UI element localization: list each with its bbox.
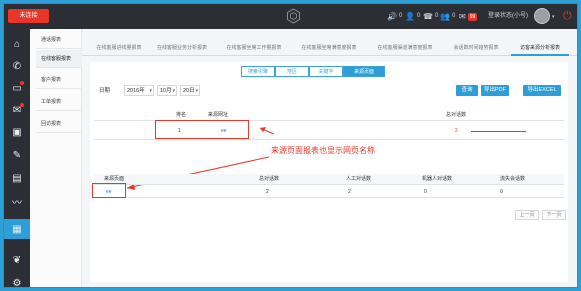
missed-badge: 99	[467, 12, 478, 21]
day-select[interactable]: 20日	[180, 85, 200, 97]
contacts-icon[interactable]: ▣	[4, 122, 30, 142]
rank-header: 排名	[176, 112, 187, 118]
manual-header: 人工对话数	[346, 176, 372, 182]
export-pdf-button[interactable]: 导出PDF	[481, 85, 509, 96]
logo-icon	[287, 8, 300, 24]
sidebar: ⌂ ✆ ▭ ✉ ▣ ✎ ▤ 〰 ▦ ❦ ⚙	[4, 29, 30, 288]
month-value: 10月	[160, 88, 172, 94]
top-bar: 未连接 🔊 0 👤 0 ☎ 0 👥 0 ✉ 99 登录状态(小号) ▾ ⏻	[4, 4, 577, 29]
leaf-icon[interactable]: ❦	[4, 250, 30, 270]
not-connected-button[interactable]: 未连接	[8, 9, 49, 23]
subnav-item-call-report[interactable]: 通话报表	[36, 31, 82, 49]
annotation-text: 来源页面报表也显示网页名称	[271, 146, 375, 155]
subnav-item-followup-report[interactable]: 回访报表	[36, 115, 82, 133]
detail-table-header-bg	[94, 174, 564, 184]
book-icon[interactable]: ▤	[4, 168, 30, 188]
subtab-search-engine[interactable]: 搜索引擎	[241, 66, 275, 77]
highlight-box-source-page	[92, 183, 126, 198]
tab-business-analysis[interactable]: 在线客服业务分析报表	[151, 41, 213, 56]
notification-dot	[20, 103, 24, 107]
subnav-item-customer-report[interactable]: 客户报表	[36, 71, 82, 89]
home-icon[interactable]: ⌂	[4, 34, 30, 54]
next-page-button[interactable]: 下一页	[542, 210, 566, 220]
phone-icon[interactable]: ✆	[4, 56, 30, 76]
calls-status[interactable]: ☎ 0	[423, 11, 438, 22]
detail-robot-cell: 0	[424, 189, 427, 195]
app-window: 未连接 🔊 0 👤 0 ☎ 0 👥 0 ✉ 99 登录状态(小号) ▾ ⏻ ⌂ …	[3, 3, 578, 288]
date-label: 日期	[99, 88, 111, 94]
detail-lost-cell: 0	[500, 189, 503, 195]
missed-status[interactable]: ✉ 99	[459, 11, 478, 22]
day-value: 20日	[183, 88, 195, 94]
summary-total-cell: 2	[455, 128, 458, 134]
subnav-item-online-service-report[interactable]: 在线客服报表	[36, 50, 82, 68]
monitor-icon[interactable]: 〰	[4, 191, 30, 211]
subtab-keyword[interactable]: 关键字	[309, 66, 343, 77]
subtab-region[interactable]: 地区	[275, 66, 309, 77]
source-page-header: 来源页面	[104, 176, 125, 182]
volume-status[interactable]: 🔊 0	[387, 11, 402, 22]
year-select[interactable]: 2016年	[124, 85, 154, 97]
volume-icon: 🔊	[387, 12, 397, 21]
total-header: 总对话数	[259, 176, 280, 182]
users-status[interactable]: 👤 0	[405, 11, 420, 22]
detail-manual-cell: 2	[348, 189, 351, 195]
settings-icon[interactable]: ⚙	[4, 273, 30, 288]
highlight-box-source-row	[155, 120, 249, 139]
report-icon[interactable]: ▦	[4, 219, 30, 239]
report-tabs: 在线客服进线量报表 在线客服业务分析报表 在线客服坐席工作量报表 在线客服坐席满…	[82, 41, 577, 56]
queue-count: 0	[451, 13, 456, 19]
divider	[94, 139, 564, 140]
mail-icon[interactable]: ✉	[4, 100, 30, 120]
divider	[94, 184, 564, 185]
avatar[interactable]	[534, 8, 550, 24]
lost-header: 流失会话数	[500, 176, 526, 182]
tab-agent-workload[interactable]: 在线客服坐席工作量报表	[219, 41, 289, 56]
highlight-underline-total	[471, 131, 526, 133]
calls-count: 0	[434, 13, 439, 19]
tab-agent-satisfaction[interactable]: 在线客服坐席满意度报表	[294, 41, 364, 56]
tab-session-trend[interactable]: 会话数时间趋势报表	[445, 41, 507, 56]
year-value: 2016年	[127, 88, 145, 94]
subnav-item-ticket-report[interactable]: 工单报表	[36, 93, 82, 111]
prev-page-button[interactable]: 上一页	[515, 210, 539, 220]
robot-header: 机器人对话数	[422, 176, 453, 182]
avatar-dropdown[interactable]: ▾	[552, 12, 555, 23]
report-subnav: 通话报表 在线客服报表 客户报表 工单报表 回访报表	[30, 29, 82, 287]
query-button[interactable]: 查询	[456, 85, 478, 96]
agent-status[interactable]: 登录状态(小号)	[488, 11, 528, 22]
chevron-down-icon: ▾	[552, 14, 555, 20]
queue-status[interactable]: 👥 0	[440, 11, 455, 22]
missed-call-icon: ✉	[459, 12, 466, 21]
queue-icon: 👥	[440, 12, 450, 21]
agent-status-label: 登录状态(小号)	[488, 13, 528, 19]
edit-icon[interactable]: ✎	[4, 145, 30, 165]
detail-total-cell: 2	[266, 189, 269, 195]
chat-icon[interactable]: ▭	[4, 78, 30, 98]
notification-dot	[20, 81, 24, 85]
tab-inbound-volume[interactable]: 在线客服进线量报表	[90, 41, 148, 56]
user-icon: 👤	[405, 12, 415, 21]
power-icon[interactable]: ⏻	[563, 9, 572, 23]
export-excel-button[interactable]: 导出EXCEL	[523, 85, 561, 96]
month-select[interactable]: 10月	[157, 85, 177, 97]
source-url-header: 来源网址	[208, 112, 229, 118]
tab-visitor-source[interactable]: 访客来源分析报表	[511, 41, 569, 56]
divider	[94, 197, 564, 198]
phone-status-icon: ☎	[423, 12, 433, 21]
tab-channel-satisfaction[interactable]: 在线客服渠道满意度报表	[370, 41, 440, 56]
subtab-source-page[interactable]: 来源页面	[343, 66, 385, 77]
total-conversations-header: 总对话数	[446, 112, 467, 118]
users-count: 0	[416, 13, 421, 19]
volume-count: 0	[398, 13, 403, 19]
